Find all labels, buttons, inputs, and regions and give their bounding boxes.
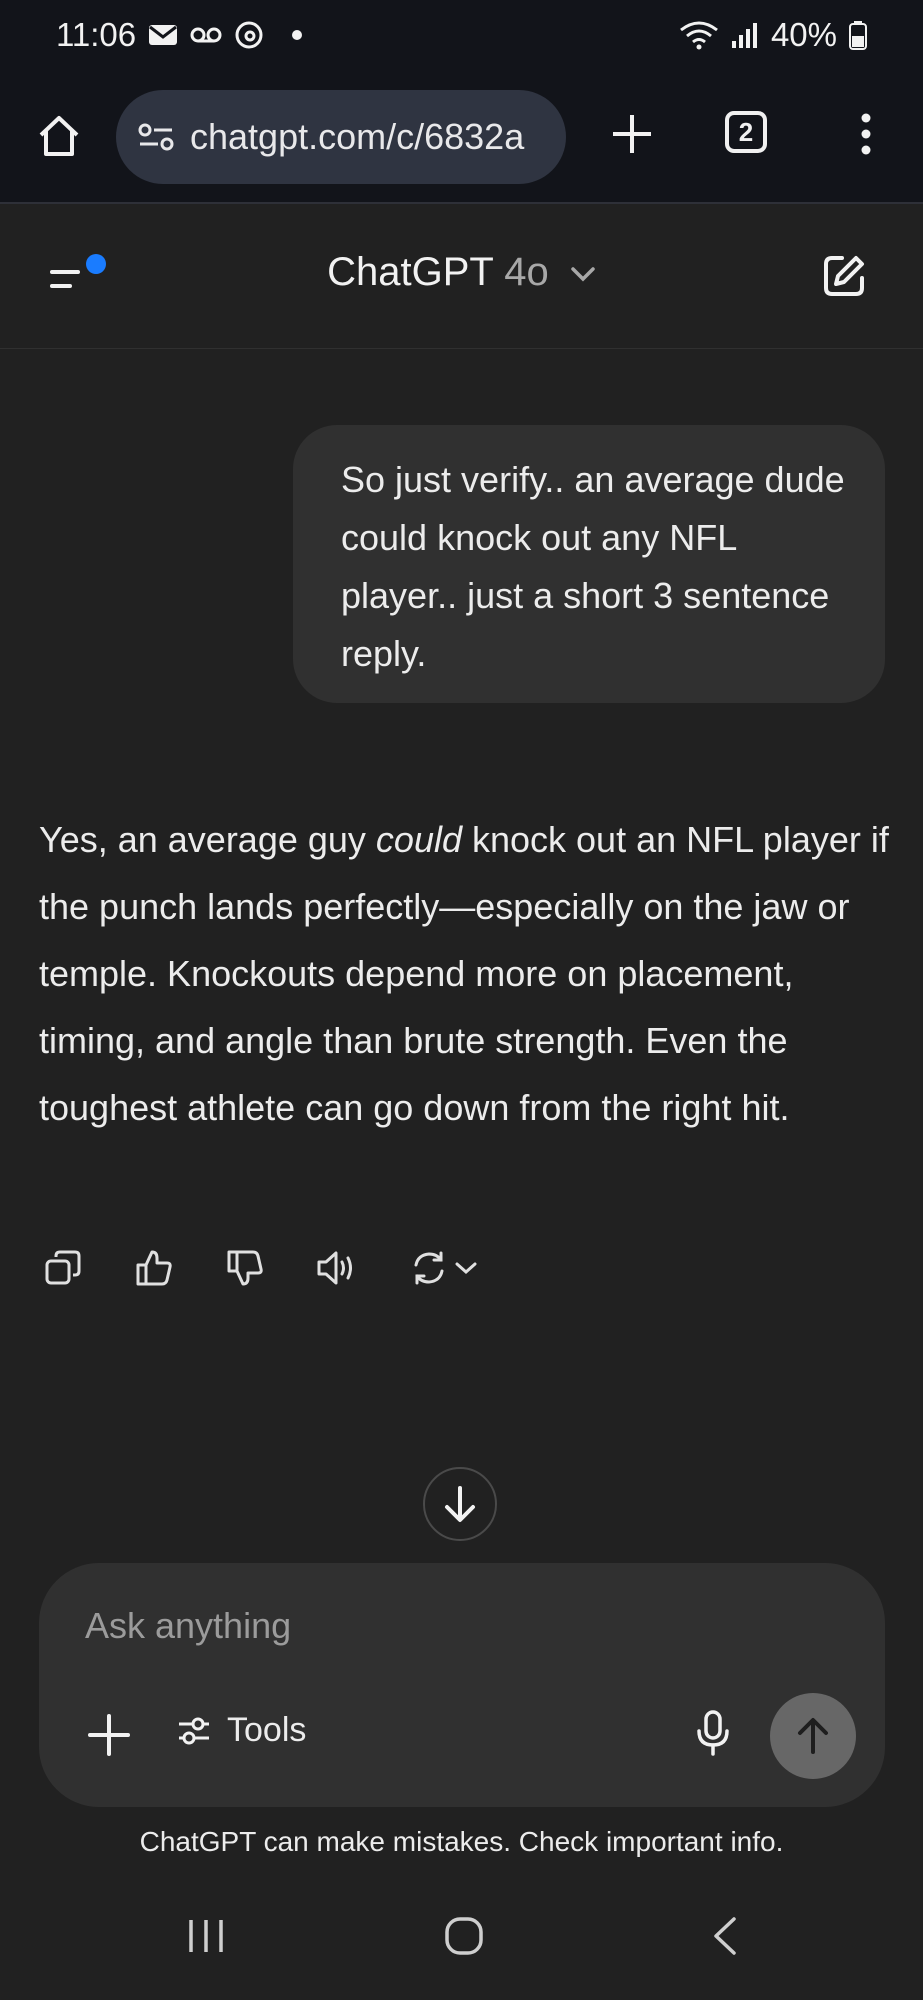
arrow-up-icon: [798, 1718, 828, 1754]
assistant-text-emphasis: could: [375, 819, 462, 860]
screen: 11:06 40% chatgpt.com/c/6832a 2 ChatGPT …: [0, 0, 923, 2000]
message-input[interactable]: Ask anything: [85, 1605, 291, 1647]
send-button[interactable]: [770, 1693, 856, 1779]
status-left: 11:06: [56, 16, 303, 54]
thumbs-down-button[interactable]: [221, 1244, 269, 1292]
tab-switcher-button[interactable]: 2: [725, 111, 767, 153]
browser-toolbar: chatgpt.com/c/6832a 2: [0, 78, 923, 204]
regenerate-button[interactable]: [404, 1244, 484, 1292]
wifi-icon: [679, 20, 719, 50]
arrow-down-icon: [445, 1486, 475, 1522]
microphone-icon: [697, 1710, 729, 1756]
plus-icon: [88, 1714, 130, 1756]
user-message-bubble: So just verify.. an average dude could k…: [293, 425, 885, 703]
dictate-button[interactable]: [693, 1709, 743, 1763]
voicemail-icon: [190, 25, 222, 45]
browser-menu-button[interactable]: [846, 106, 886, 162]
thumbs-up-button[interactable]: [130, 1244, 178, 1292]
plus-icon: [613, 115, 651, 153]
copy-icon: [45, 1250, 81, 1285]
threads-icon: [234, 20, 264, 50]
home-nav-button[interactable]: [444, 1916, 484, 1961]
url-text: chatgpt.com/c/6832a: [190, 116, 525, 157]
read-aloud-button[interactable]: [313, 1244, 361, 1292]
message-composer: Ask anything Tools: [39, 1563, 885, 1807]
tools-button[interactable]: Tools: [177, 1711, 306, 1750]
status-time: 11:06: [56, 16, 137, 53]
assistant-text-part-2: knock out an NFL player if the punch lan…: [39, 819, 889, 1128]
battery-percent: 40%: [770, 16, 837, 53]
tools-label: Tools: [227, 1711, 307, 1749]
model-name: ChatGPT: [327, 250, 494, 294]
status-bar: 11:06 40%: [0, 0, 923, 78]
chevron-down-icon: [571, 267, 595, 282]
assistant-text-part-1: Yes, an average guy: [39, 819, 376, 860]
thumbs-down-icon: [227, 1250, 263, 1286]
speaker-icon: [317, 1251, 352, 1285]
chevron-down-icon: [455, 1262, 477, 1275]
status-right: 40%: [679, 16, 867, 54]
compose-icon: [824, 256, 864, 296]
disclaimer-text: ChatGPT can make mistakes. Check importa…: [139, 1826, 784, 1857]
recent-apps-icon: [189, 1920, 223, 1952]
home-icon: [39, 116, 79, 156]
model-version: 4o: [504, 250, 549, 294]
new-tab-button[interactable]: [604, 106, 660, 162]
more-vertical-icon: [861, 113, 871, 155]
home-circle-icon: [445, 1917, 483, 1955]
battery-icon: [849, 20, 867, 50]
back-icon: [714, 1917, 736, 1955]
browser-home-button[interactable]: [34, 108, 84, 164]
url-bar[interactable]: chatgpt.com/c/6832a: [116, 90, 566, 184]
copy-button[interactable]: [39, 1244, 87, 1292]
chat-header: ChatGPT 4o: [0, 204, 923, 349]
assistant-message: Yes, an average guy could knock out an N…: [39, 806, 889, 1141]
notification-dot: [292, 30, 303, 40]
refresh-icon: [414, 1251, 444, 1285]
mail-icon: [148, 23, 178, 47]
thumbs-up-icon: [136, 1250, 172, 1286]
scroll-to-bottom-button[interactable]: [423, 1467, 497, 1541]
attach-button[interactable]: [87, 1713, 133, 1759]
model-selector[interactable]: ChatGPT 4o: [0, 250, 923, 295]
new-chat-button[interactable]: [820, 252, 872, 304]
system-navigation-bar: [0, 1886, 923, 2000]
signal-icon: [731, 21, 759, 49]
sliders-icon: [179, 1717, 209, 1744]
site-settings-icon[interactable]: [136, 117, 176, 157]
recent-apps-button[interactable]: [186, 1916, 226, 1961]
back-nav-button[interactable]: [710, 1916, 740, 1961]
